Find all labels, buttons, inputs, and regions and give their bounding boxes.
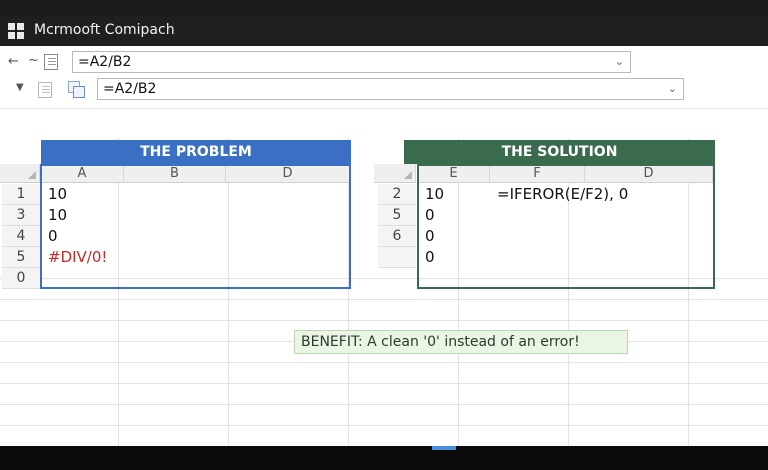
row-number[interactable]: 4 bbox=[2, 226, 40, 247]
cell-a0[interactable] bbox=[42, 268, 124, 289]
dropdown-icon[interactable]: ~ bbox=[28, 53, 39, 68]
chevron-down-icon[interactable]: ⌄ bbox=[668, 79, 677, 99]
select-all-corner[interactable] bbox=[0, 164, 40, 183]
column-header-d[interactable]: D bbox=[226, 164, 350, 183]
row-number[interactable] bbox=[378, 247, 416, 268]
collapse-arrow-icon[interactable]: ▼ bbox=[16, 82, 24, 93]
cell-e7[interactable]: 0 bbox=[419, 247, 490, 268]
formula-input[interactable]: =A2/B2 ⌄ bbox=[72, 51, 631, 73]
column-header-a[interactable]: A bbox=[41, 164, 124, 183]
problem-banner: THE PROBLEM bbox=[41, 140, 351, 164]
column-header-b[interactable]: B bbox=[124, 164, 226, 183]
benefit-callout: BENEFIT: A clean '0' instead of an error… bbox=[294, 330, 628, 354]
cell-e6[interactable]: 0 bbox=[419, 226, 490, 247]
window-title: Mcrmooft Comipach bbox=[34, 22, 175, 38]
select-all-corner[interactable] bbox=[374, 164, 416, 183]
back-arrow-icon[interactable]: ← bbox=[8, 54, 19, 69]
column-header-e[interactable]: E bbox=[418, 164, 490, 183]
cell-a4[interactable]: 0 bbox=[42, 226, 124, 247]
cell-e5[interactable]: 0 bbox=[419, 205, 490, 226]
formula-text: =A2/B2 bbox=[78, 54, 132, 70]
cell-e2[interactable]: 10 bbox=[419, 184, 490, 205]
row-number[interactable]: 0 bbox=[2, 268, 40, 289]
copy-front-icon bbox=[73, 86, 85, 98]
screen: Mcrmooft Comipach ← ~ =A2/B2 ⌄ ▼ =A2/B2 … bbox=[0, 0, 768, 470]
row-number[interactable]: 1 bbox=[2, 184, 40, 205]
solution-banner: THE SOLUTION bbox=[404, 140, 715, 164]
format-painter-icon[interactable] bbox=[38, 82, 52, 98]
title-bar: Mcrmooft Comipach bbox=[0, 16, 768, 46]
formula-input-secondary[interactable]: =A2/B2 ⌄ bbox=[97, 78, 684, 100]
cell-a3[interactable]: 10 bbox=[42, 205, 124, 226]
column-header-d[interactable]: D bbox=[585, 164, 713, 183]
cell-a5-error[interactable]: #DIV/0! bbox=[42, 247, 124, 268]
divider bbox=[0, 108, 768, 109]
cell-a1[interactable]: 10 bbox=[42, 184, 124, 205]
chevron-down-icon[interactable]: ⌄ bbox=[615, 52, 624, 72]
row-number[interactable]: 5 bbox=[2, 247, 40, 268]
spreadsheet-app: ← ~ =A2/B2 ⌄ ▼ =A2/B2 ⌄ THE PROBLEM A B … bbox=[0, 46, 768, 446]
taskbar bbox=[0, 446, 768, 470]
active-app-indicator bbox=[432, 446, 456, 450]
paste-icon[interactable] bbox=[44, 54, 58, 70]
row-number[interactable]: 6 bbox=[378, 226, 416, 247]
cell-f2-formula[interactable]: =IFEROR(E/F2), 0 bbox=[491, 184, 691, 205]
windows-logo-icon bbox=[8, 23, 24, 39]
row-number[interactable]: 2 bbox=[378, 184, 416, 205]
row-number[interactable]: 3 bbox=[2, 205, 40, 226]
row-number[interactable]: 5 bbox=[378, 205, 416, 226]
column-header-f[interactable]: F bbox=[490, 164, 585, 183]
formula-text-secondary: =A2/B2 bbox=[103, 81, 157, 97]
